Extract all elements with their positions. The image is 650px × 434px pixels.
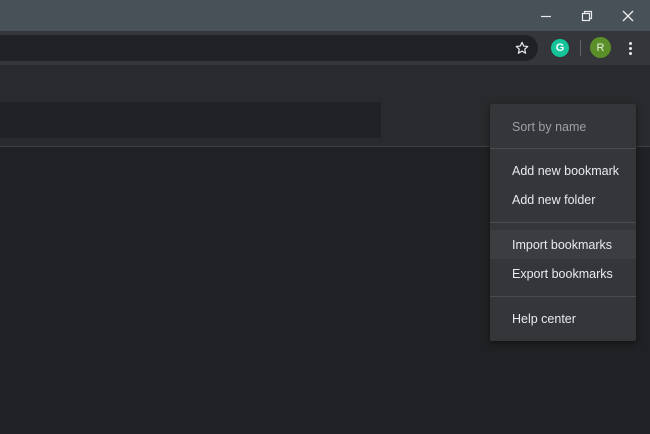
close-icon bbox=[622, 10, 634, 21]
menu-item-help-center[interactable]: Help center bbox=[490, 304, 636, 333]
menu-divider bbox=[490, 148, 636, 149]
avatar-initial: R bbox=[596, 41, 605, 54]
address-bar[interactable] bbox=[0, 35, 538, 61]
title-bar bbox=[0, 0, 650, 31]
menu-item-label: Sort by name bbox=[512, 119, 587, 134]
menu-item-label: Add new folder bbox=[512, 192, 596, 207]
minimize-button[interactable] bbox=[524, 0, 568, 31]
search-bookmarks-input[interactable] bbox=[0, 102, 381, 138]
bookmark-star-button[interactable] bbox=[512, 38, 532, 58]
star-icon bbox=[515, 41, 529, 54]
minimize-icon bbox=[541, 15, 551, 17]
close-button[interactable] bbox=[606, 0, 650, 31]
menu-item-add-new-bookmark[interactable]: Add new bookmark bbox=[490, 156, 636, 185]
restore-icon bbox=[581, 10, 593, 21]
bookmarks-bar bbox=[0, 65, 650, 95]
menu-item-label: Import bookmarks bbox=[512, 237, 613, 252]
grammarly-icon[interactable]: G bbox=[551, 39, 569, 57]
toolbar-separator bbox=[580, 40, 581, 56]
menu-item-add-new-folder[interactable]: Add new folder bbox=[490, 185, 636, 214]
grammarly-letter: G bbox=[555, 42, 565, 54]
three-dots-icon[interactable] bbox=[620, 37, 640, 59]
menu-item-label: Add new bookmark bbox=[512, 163, 620, 178]
menu-item-import-bookmarks[interactable]: Import bookmarks bbox=[490, 230, 636, 259]
menu-item-export-bookmarks[interactable]: Export bookmarks bbox=[490, 259, 636, 288]
menu-item-sort-by-name[interactable]: Sort by name bbox=[490, 112, 636, 141]
menu-item-label: Help center bbox=[512, 311, 576, 326]
menu-item-label: Export bookmarks bbox=[512, 266, 613, 281]
bookmark-manager-menu: Sort by name Add new bookmark Add new fo… bbox=[490, 104, 636, 341]
menu-divider bbox=[490, 296, 636, 297]
profile-avatar[interactable]: R bbox=[590, 37, 611, 58]
menu-divider bbox=[490, 222, 636, 223]
restore-button[interactable] bbox=[565, 0, 609, 31]
